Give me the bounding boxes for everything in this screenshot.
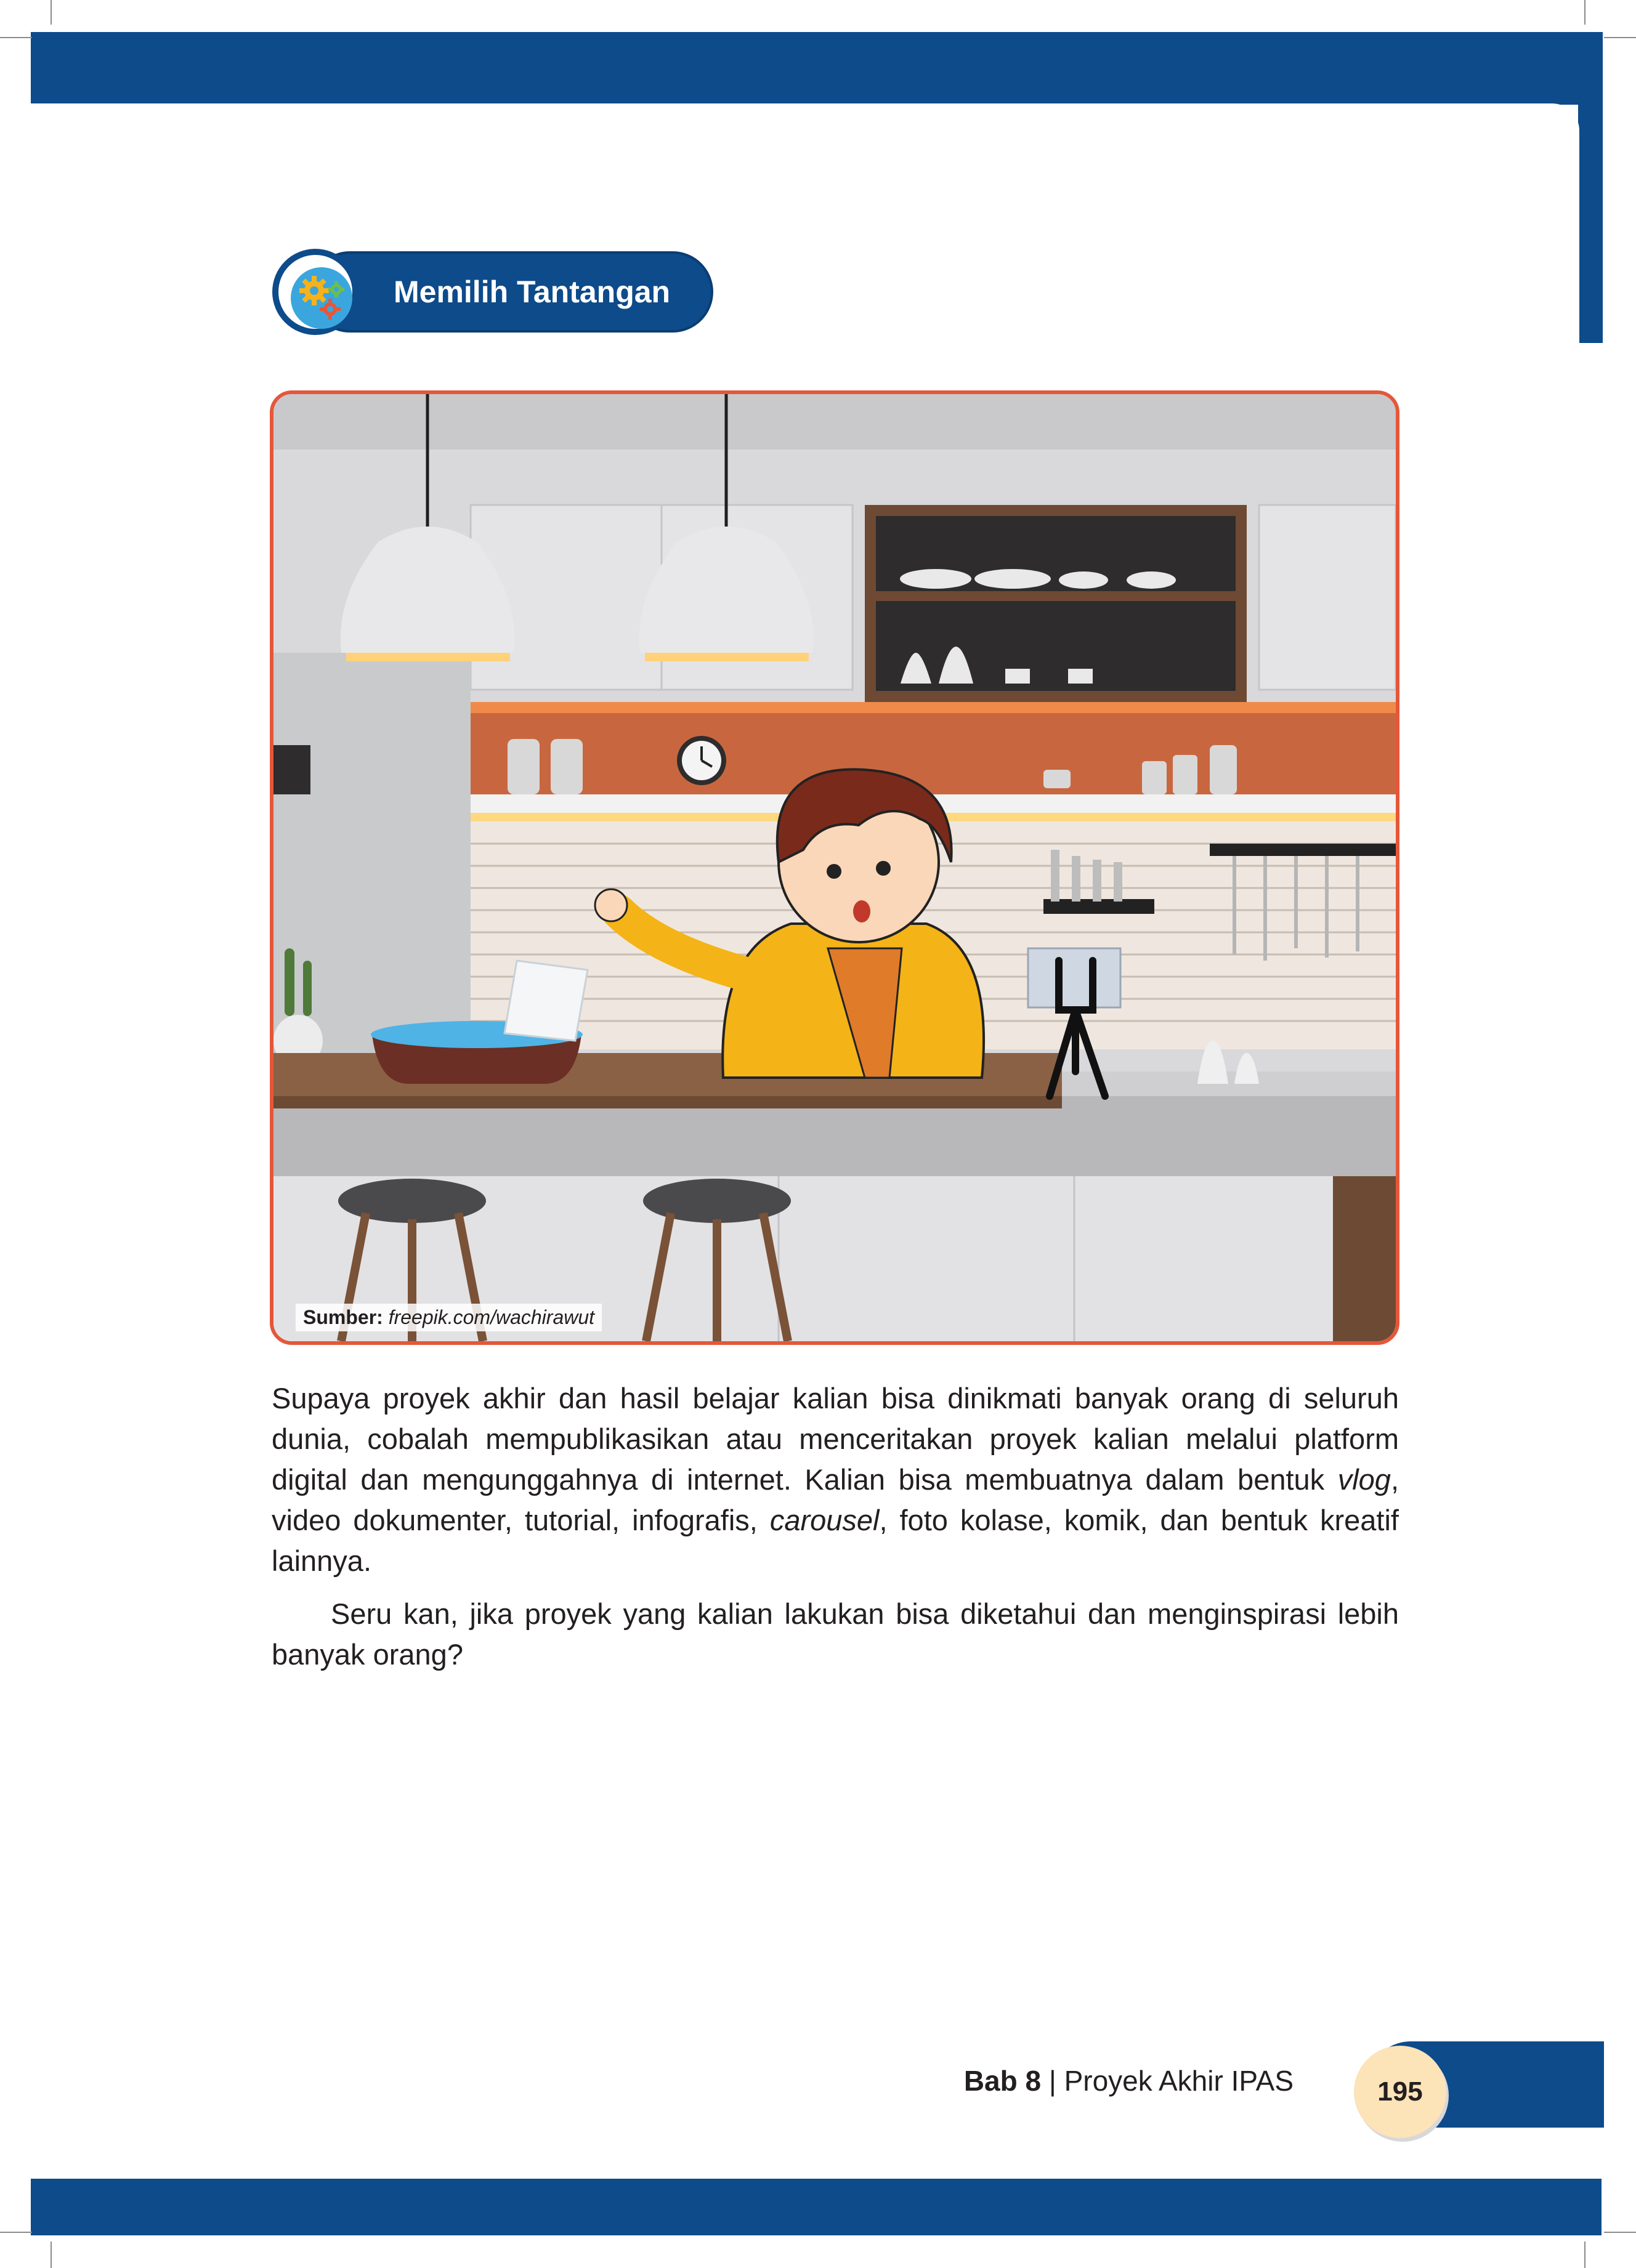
crop-mark	[0, 2232, 32, 2233]
paragraph-2: Seru kan, jika proyek yang kalian lakuka…	[272, 1597, 1399, 1671]
source-label: Sumber:	[303, 1306, 383, 1328]
crop-mark	[1604, 37, 1636, 38]
kitchen-illustration: Sumber: freepik.com/wachirawut	[270, 390, 1399, 1345]
bottom-frame-band	[31, 2179, 1602, 2235]
gears-icon	[291, 267, 352, 329]
section-title: Memilih Tantangan	[394, 275, 671, 309]
right-frame-band	[1578, 32, 1603, 343]
chapter-footer: Bab 8 | Proyek Akhir IPAS	[963, 2065, 1294, 2097]
image-source-caption: Sumber: freepik.com/wachirawut	[296, 1304, 602, 1331]
page-number: 195	[1377, 2076, 1423, 2107]
kitchen-scene	[273, 394, 1396, 1341]
crop-mark	[1584, 0, 1585, 25]
crop-mark	[1584, 2242, 1585, 2268]
paragraph-1: Supaya proyek akhir dan hasil belajar ka…	[272, 1382, 1399, 1577]
source-link: freepik.com/wachirawut	[388, 1306, 595, 1328]
top-frame-band	[31, 32, 1602, 105]
body-text: Supaya proyek akhir dan hasil belajar ka…	[272, 1378, 1399, 1687]
crop-mark	[51, 0, 52, 25]
crop-mark	[51, 2242, 52, 2268]
page-number-badge: 195	[1354, 2046, 1446, 2138]
section-badge: Memilih Tantangan	[272, 249, 716, 335]
crop-mark	[1604, 2232, 1636, 2233]
crop-mark	[0, 37, 32, 38]
badge-icon-circle	[272, 249, 358, 335]
